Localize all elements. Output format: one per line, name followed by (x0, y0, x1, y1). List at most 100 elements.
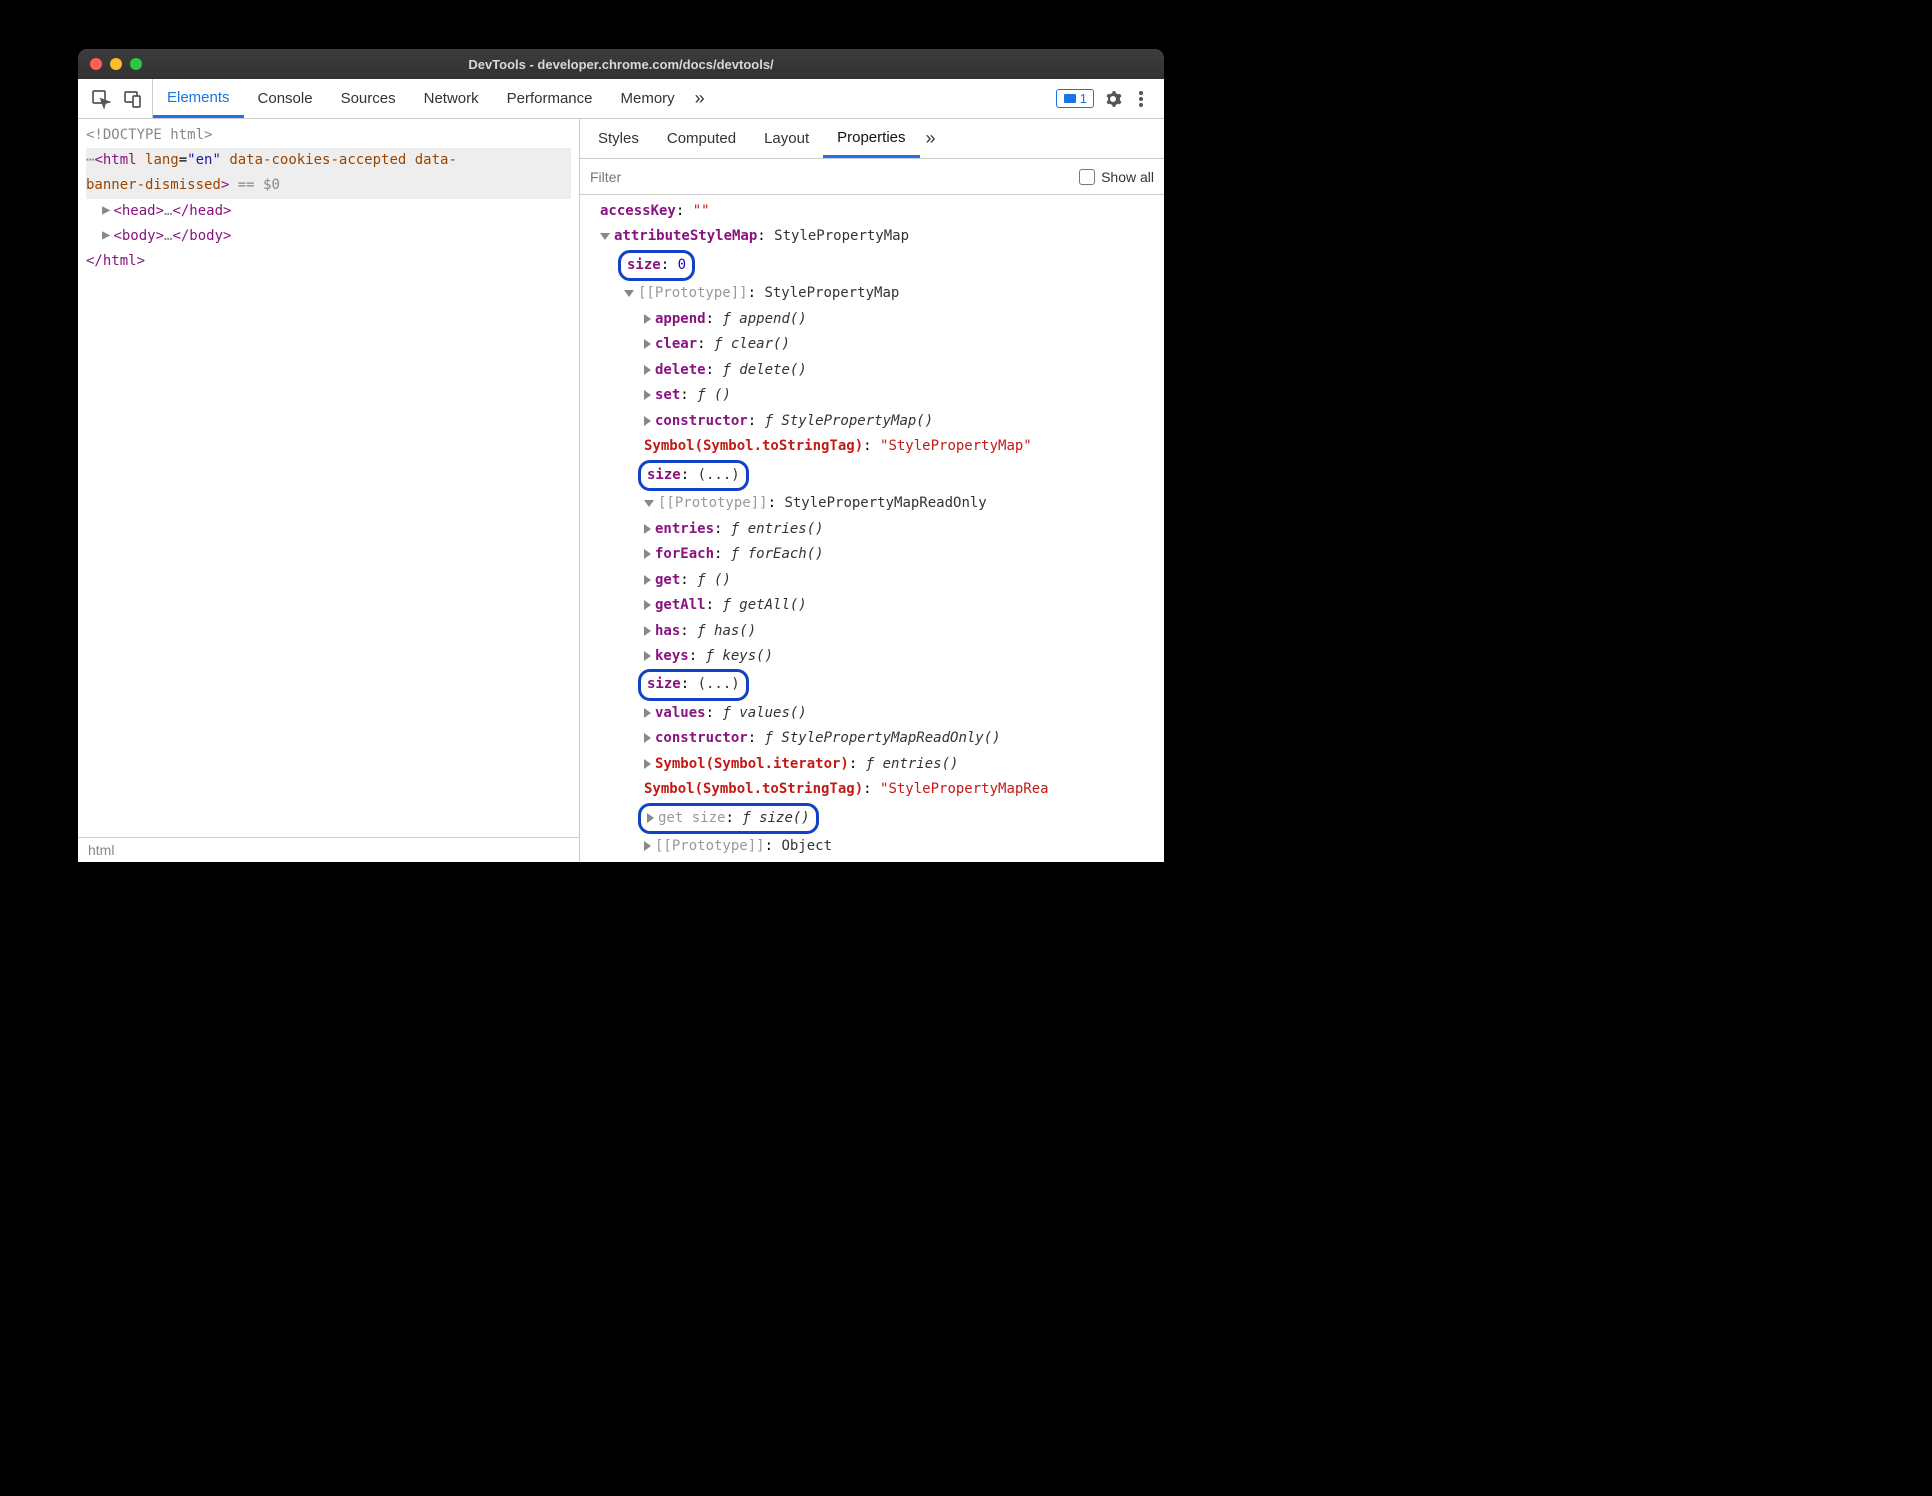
property-value: StylePropertyMap (764, 285, 899, 301)
property-row[interactable]: [[Prototype]]: Object (586, 834, 1158, 859)
property-row[interactable]: constructor: ƒ StylePropertyMap() (586, 409, 1158, 434)
issues-button[interactable]: 1 (1056, 89, 1094, 108)
properties-tree[interactable]: accessKey: ""attributeStyleMap: StylePro… (580, 195, 1164, 862)
content-area: <!DOCTYPE html> ⋯<html lang="en" data-co… (78, 119, 1164, 862)
tab-memory[interactable]: Memory (607, 79, 689, 118)
tab-performance[interactable]: Performance (493, 79, 607, 118)
property-row[interactable]: forEach: ƒ forEach() (586, 542, 1158, 567)
device-toggle-icon[interactable] (122, 88, 144, 110)
checkbox-icon[interactable] (1079, 169, 1095, 185)
property-row[interactable]: has: ƒ has() (586, 619, 1158, 644)
property-row[interactable]: constructor: ƒ StylePropertyMapReadOnly(… (586, 726, 1158, 751)
property-value: "" (693, 203, 710, 219)
property-key: forEach (655, 546, 714, 562)
kebab-menu-icon[interactable] (1132, 90, 1150, 108)
elements-panel: <!DOCTYPE html> ⋯<html lang="en" data-co… (78, 119, 580, 862)
chevron-right-icon (644, 575, 651, 585)
property-row[interactable]: [[Prototype]]: StylePropertyMapReadOnly (586, 491, 1158, 516)
filter-input[interactable] (590, 169, 1079, 185)
property-row[interactable]: attributeStyleMap: StylePropertyMap (586, 224, 1158, 249)
tab-network[interactable]: Network (410, 79, 493, 118)
head-node[interactable]: ▶<head>…</head> (86, 199, 571, 224)
property-row[interactable]: size: (...) (586, 669, 1158, 700)
sidebar-panel: StylesComputedLayoutProperties» Show all… (580, 119, 1164, 862)
dom-tree[interactable]: <!DOCTYPE html> ⋯<html lang="en" data-co… (78, 119, 579, 837)
property-row[interactable]: size: (...) (586, 460, 1158, 491)
sidebar-tabs: StylesComputedLayoutProperties» (580, 119, 1164, 159)
property-value: ƒ keys() (706, 648, 773, 664)
tab-elements[interactable]: Elements (153, 79, 244, 118)
issues-count: 1 (1080, 91, 1087, 106)
property-row[interactable]: [[Prototype]]: StylePropertyMap (586, 281, 1158, 306)
property-key: delete (655, 362, 706, 378)
property-key: Symbol(Symbol.toStringTag) (644, 438, 863, 454)
chevron-right-icon (644, 524, 651, 534)
chevron-right-icon (644, 651, 651, 661)
property-row[interactable]: values: ƒ values() (586, 701, 1158, 726)
sidebar-tab-properties[interactable]: Properties (823, 119, 919, 158)
chevron-right-icon (644, 600, 651, 610)
property-value: (...) (698, 467, 740, 483)
sidebar-tab-styles[interactable]: Styles (584, 119, 653, 158)
chevron-right-icon (644, 365, 651, 375)
property-row[interactable]: Symbol(Symbol.toStringTag): "StyleProper… (586, 777, 1158, 802)
maximize-icon[interactable] (130, 58, 142, 70)
breadcrumb[interactable]: html (78, 837, 579, 862)
property-key: entries (655, 521, 714, 537)
property-row[interactable]: get: ƒ () (586, 568, 1158, 593)
chevron-right-icon (644, 339, 651, 349)
chevron-right-icon (644, 841, 651, 851)
show-all-label: Show all (1101, 169, 1154, 185)
property-key: Symbol(Symbol.iterator) (655, 756, 849, 772)
property-row[interactable]: append: ƒ append() (586, 307, 1158, 332)
property-row[interactable]: size: 0 (586, 250, 1158, 281)
tab-sources[interactable]: Sources (327, 79, 410, 118)
html-close-node[interactable]: </html> (86, 249, 571, 274)
property-value: ƒ () (697, 572, 731, 588)
property-row[interactable]: get size: ƒ size() (586, 803, 1158, 834)
property-value: ƒ size() (742, 810, 809, 826)
chevron-right-icon (647, 813, 654, 823)
titlebar: DevTools - developer.chrome.com/docs/dev… (78, 49, 1164, 79)
inspect-element-icon[interactable] (90, 88, 112, 110)
property-value: ƒ getAll() (722, 597, 806, 613)
sidebar-more-tabs-icon[interactable]: » (920, 128, 942, 149)
property-key: get (655, 572, 680, 588)
more-tabs-icon[interactable]: » (689, 88, 711, 109)
property-row[interactable]: entries: ƒ entries() (586, 517, 1158, 542)
property-value: ƒ StylePropertyMapReadOnly() (765, 730, 1001, 746)
property-row[interactable]: clear: ƒ clear() (586, 332, 1158, 357)
property-key: values (655, 705, 706, 721)
main-tabs: ElementsConsoleSourcesNetworkPerformance… (153, 79, 689, 118)
property-key: [[Prototype]] (655, 838, 765, 854)
property-row[interactable]: Symbol(Symbol.iterator): ƒ entries() (586, 752, 1158, 777)
property-row[interactable]: getAll: ƒ getAll() (586, 593, 1158, 618)
property-value: "StylePropertyMap" (880, 438, 1032, 454)
property-key: set (655, 387, 680, 403)
property-value: "StylePropertyMapRea (880, 781, 1049, 797)
property-row[interactable]: keys: ƒ keys() (586, 644, 1158, 669)
close-icon[interactable] (90, 58, 102, 70)
body-node[interactable]: ▶<body>…</body> (86, 224, 571, 249)
property-row[interactable]: set: ƒ () (586, 383, 1158, 408)
property-row[interactable]: delete: ƒ delete() (586, 358, 1158, 383)
property-row[interactable]: Symbol(Symbol.toStringTag): "StyleProper… (586, 434, 1158, 459)
doctype-node[interactable]: <!DOCTYPE html> (86, 123, 571, 148)
property-value: ƒ has() (697, 623, 756, 639)
property-row[interactable]: accessKey: "" (586, 199, 1158, 224)
chevron-down-icon (624, 290, 634, 297)
property-value: ƒ forEach() (731, 546, 824, 562)
traffic-lights (90, 58, 142, 70)
show-all-toggle[interactable]: Show all (1079, 169, 1154, 185)
html-node[interactable]: ⋯<html lang="en" data-cookies-accepted d… (86, 148, 571, 198)
minimize-icon[interactable] (110, 58, 122, 70)
property-key: size (647, 467, 681, 483)
sidebar-tab-layout[interactable]: Layout (750, 119, 823, 158)
sidebar-tab-computed[interactable]: Computed (653, 119, 750, 158)
property-key: size (647, 676, 681, 692)
property-value: ƒ entries() (731, 521, 824, 537)
gear-icon[interactable] (1104, 90, 1122, 108)
property-key: accessKey (600, 203, 676, 219)
property-key: [[Prototype]] (638, 285, 748, 301)
tab-console[interactable]: Console (244, 79, 327, 118)
